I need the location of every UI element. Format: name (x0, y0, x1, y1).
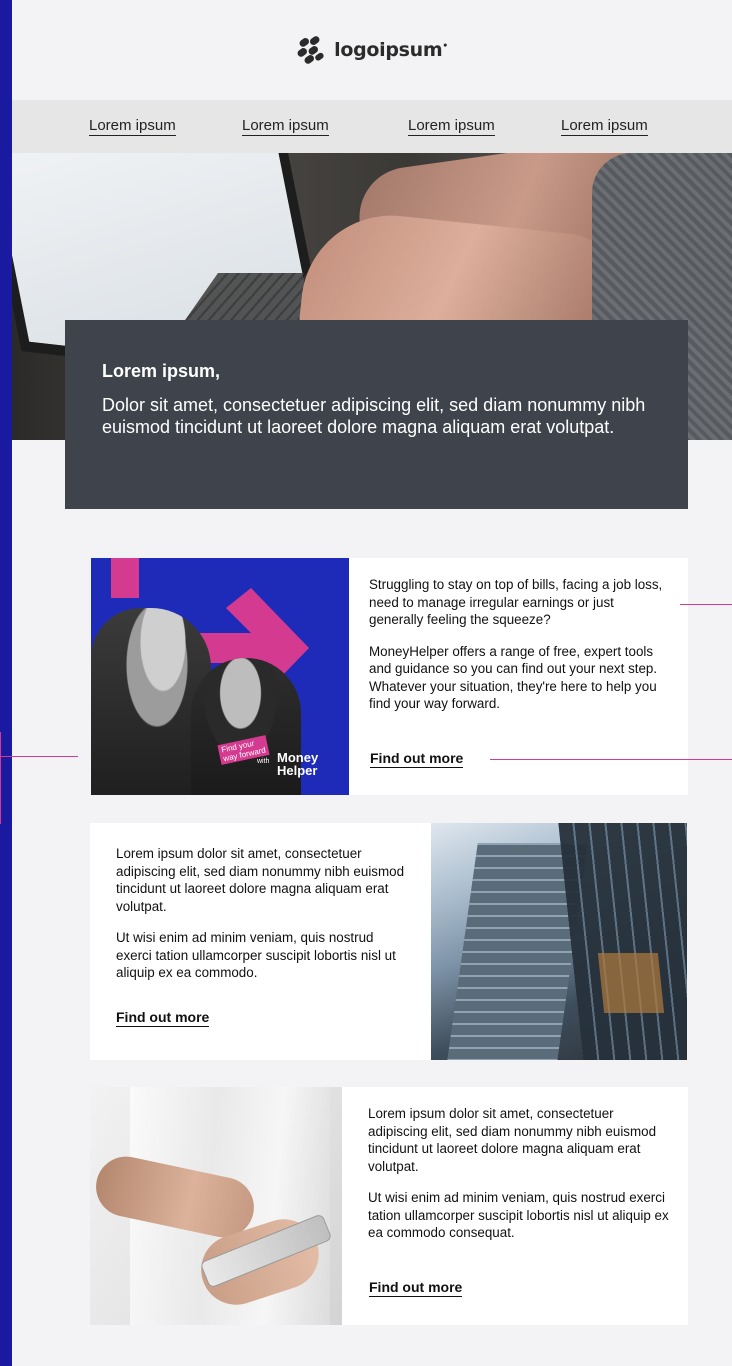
nav-link-2[interactable]: Lorem ipsum (242, 117, 329, 136)
hero-title: Lorem ipsum, (102, 361, 221, 381)
guide-line (0, 756, 78, 757)
card-paragraph: Ut wisi enim ad minim veniam, quis nostr… (368, 1190, 669, 1240)
logo[interactable]: logoipsum• (296, 36, 448, 64)
email-canvas: logoipsum• Lorem ipsum Lorem ipsum Lorem… (12, 0, 732, 1366)
brand-bar-shape (111, 558, 139, 598)
building-tower-right (557, 823, 687, 1060)
card-paragraph: MoneyHelper offers a range of free, expe… (369, 643, 658, 712)
moneyhelper-image: Find your way forward with Money Helper (91, 558, 349, 795)
card-paragraph: Ut wisi enim ad minim veniam, quis nostr… (116, 930, 396, 980)
guide-line (0, 732, 1, 824)
card-lorem-3-text: Lorem ipsum dolor sit amet, consectetuer… (368, 1105, 672, 1256)
logo-mark-icon (297, 36, 324, 64)
logo-text: logoipsum• (334, 39, 448, 61)
card-paragraph: Lorem ipsum dolor sit amet, consectetuer… (368, 1106, 657, 1174)
with-label: with (257, 758, 270, 765)
nav-link-4[interactable]: Lorem ipsum (561, 117, 648, 136)
card-paragraph: Struggling to stay on top of bills, faci… (369, 577, 663, 627)
hero-text: Dolor sit amet, consectetuer adipiscing … (102, 395, 646, 437)
guide-line (680, 604, 732, 605)
nav-link-1[interactable]: Lorem ipsum (89, 117, 176, 136)
find-out-more-link[interactable]: Find out more (116, 1009, 210, 1027)
building-image (431, 823, 687, 1060)
card-moneyhelper-text: Struggling to stay on top of bills, faci… (369, 576, 669, 727)
building-reflection (597, 953, 665, 1013)
find-out-more-link[interactable]: Find out more (369, 1279, 463, 1297)
find-out-more-link[interactable]: Find out more (370, 750, 464, 768)
card-lorem-3: Lorem ipsum dolor sit amet, consectetuer… (90, 1087, 688, 1325)
card-paragraph: Lorem ipsum dolor sit amet, consectetuer… (116, 846, 405, 914)
logo-bar: logoipsum• (12, 0, 732, 100)
nav-bar: Lorem ipsum Lorem ipsum Lorem ipsum Lore… (12, 100, 732, 153)
guide-line (490, 759, 732, 760)
card-lorem-2-text: Lorem ipsum dolor sit amet, consectetuer… (116, 845, 412, 996)
hero-text-box: Lorem ipsum, Dolor sit amet, consectetue… (65, 320, 688, 509)
nav-link-3[interactable]: Lorem ipsum (408, 117, 495, 136)
phone-image (90, 1087, 342, 1325)
card-lorem-2: Lorem ipsum dolor sit amet, consectetuer… (90, 823, 687, 1060)
moneyhelper-logo: Money Helper (277, 750, 319, 778)
